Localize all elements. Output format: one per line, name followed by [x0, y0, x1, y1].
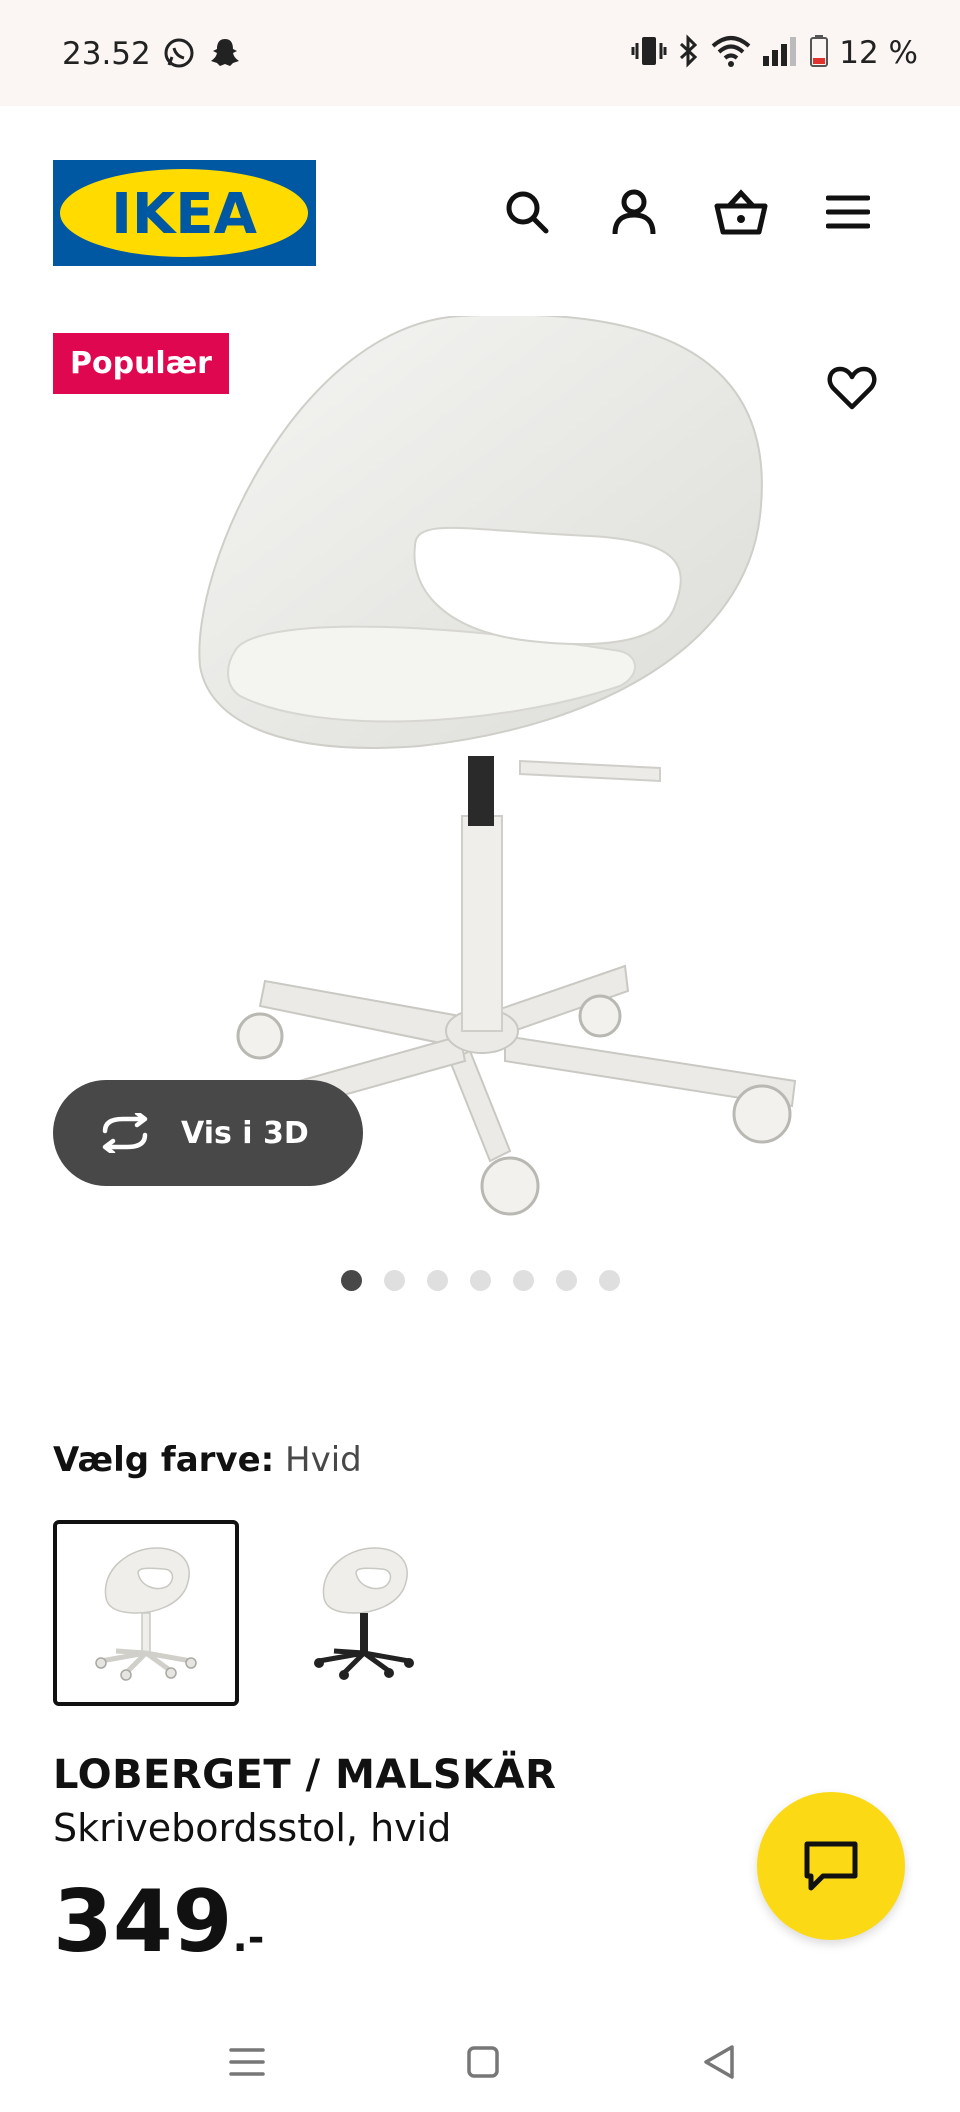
gallery-pagination [0, 1270, 960, 1291]
heart-icon [827, 366, 877, 410]
chat-button[interactable] [757, 1792, 905, 1940]
whatsapp-icon [162, 36, 196, 74]
product-price: 349 .- [53, 1872, 264, 1972]
home-icon[interactable] [453, 2032, 513, 2092]
search-icon[interactable] [495, 180, 559, 244]
product-name: LOBERGET / MALSKÄR [53, 1752, 557, 1798]
svg-text:IKEA: IKEA [111, 182, 257, 247]
color-selector-label: Vælg farve: Hvid [53, 1440, 362, 1480]
gallery-dot[interactable] [555, 1270, 577, 1291]
menu-icon[interactable] [816, 180, 880, 244]
color-swatch-black[interactable] [271, 1520, 457, 1706]
product-description: Skrivebordsstol, hvid [53, 1806, 452, 1850]
wifi-icon [711, 34, 751, 72]
view-3d-label: Vis i 3D [181, 1115, 309, 1151]
bluetooth-icon [677, 34, 701, 72]
color-label-value: Hvid [285, 1440, 362, 1480]
status-bar: 23.52 12 % [0, 0, 960, 106]
ikea-logo[interactable]: IKEA [53, 160, 316, 266]
vibrate-icon [631, 34, 667, 72]
gallery-dot[interactable] [469, 1270, 491, 1291]
chat-icon [804, 1841, 858, 1891]
battery-icon [809, 34, 829, 72]
recent-apps-icon[interactable] [217, 2032, 277, 2092]
signal-icon [761, 34, 799, 72]
gallery-dot[interactable] [426, 1270, 448, 1291]
status-time: 23.52 [62, 36, 151, 72]
user-icon[interactable] [602, 180, 666, 244]
popular-badge: Populær [53, 333, 229, 394]
gallery-dot[interactable] [598, 1270, 620, 1291]
favorite-button[interactable] [820, 356, 884, 420]
price-suffix: .- [232, 1915, 265, 1961]
view-3d-button[interactable]: Vis i 3D [53, 1080, 363, 1186]
price-integer: 349 [53, 1872, 233, 1972]
rotate-3d-icon [97, 1113, 161, 1153]
color-swatch-white[interactable] [53, 1520, 239, 1706]
basket-icon[interactable] [709, 180, 773, 244]
back-icon[interactable] [689, 2032, 749, 2092]
color-label-text: Vælg farve: [53, 1440, 275, 1480]
gallery-dot[interactable] [512, 1270, 534, 1291]
battery-level: 12 % [839, 35, 918, 71]
snapchat-icon [208, 36, 242, 74]
gallery-dot[interactable] [340, 1270, 362, 1291]
gallery-dot[interactable] [383, 1270, 405, 1291]
